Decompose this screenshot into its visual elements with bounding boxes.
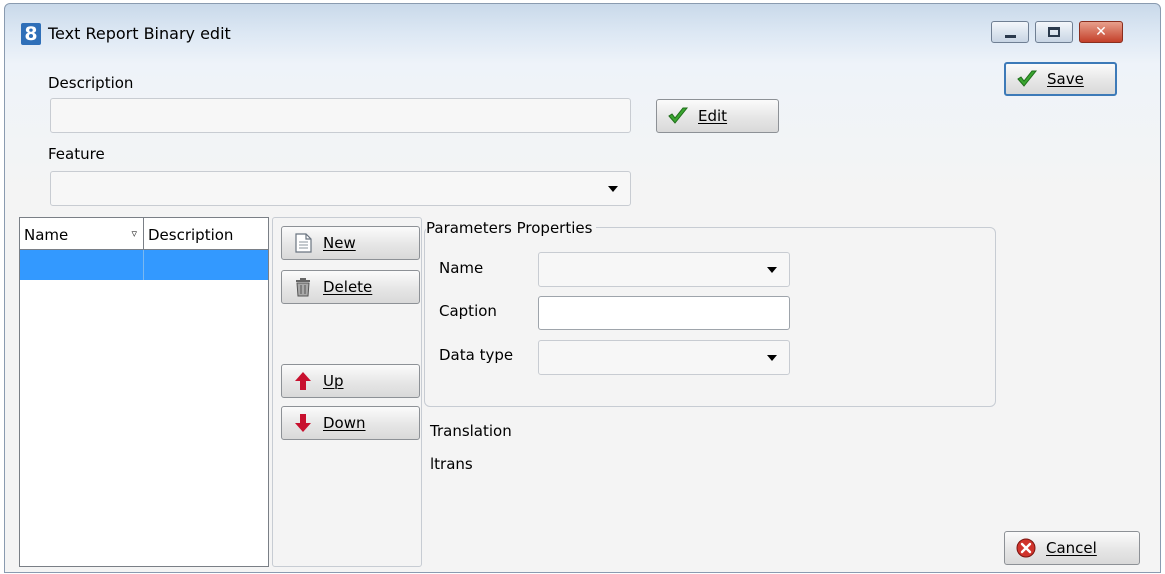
delete-button[interactable]: Delete (281, 270, 420, 304)
arrow-up-icon (295, 372, 311, 390)
window-title: Text Report Binary edit (48, 24, 231, 43)
parameters-grid: Name ▿ Description (19, 217, 269, 567)
table-row[interactable] (20, 250, 268, 280)
close-button[interactable]: ✕ (1079, 21, 1123, 43)
new-button[interactable]: New (281, 226, 420, 260)
save-button-label: Save (1047, 70, 1084, 88)
feature-dropdown[interactable] (50, 171, 631, 206)
up-button-label: Up (323, 372, 344, 390)
column-header-description-label: Description (148, 226, 234, 244)
parameters-properties-title: Parameters Properties (426, 219, 597, 237)
checkmark-icon (1017, 70, 1038, 87)
chevron-down-icon (767, 354, 777, 361)
sort-icon: ▿ (131, 227, 137, 240)
close-icon: ✕ (1095, 24, 1107, 40)
new-button-label: New (323, 234, 356, 252)
maximize-button[interactable] (1035, 21, 1073, 43)
cancel-button-label: Cancel (1046, 539, 1097, 557)
description-label: Description (48, 74, 134, 92)
minimize-icon (1004, 34, 1016, 38)
checkmark-icon (668, 107, 689, 124)
save-button[interactable]: Save (1004, 62, 1117, 96)
cancel-button[interactable]: Cancel (1004, 531, 1140, 565)
description-input[interactable] (50, 98, 631, 133)
table-cell-name (20, 250, 144, 280)
chevron-down-icon (608, 185, 618, 192)
maximize-icon (1048, 27, 1060, 37)
cancel-icon (1016, 538, 1036, 558)
delete-button-label: Delete (323, 278, 373, 296)
translation-value: ltrans (430, 455, 473, 473)
up-button[interactable]: Up (281, 364, 420, 398)
chevron-down-icon (767, 266, 777, 273)
document-icon (295, 233, 312, 253)
caption-label: Caption (439, 302, 497, 320)
column-header-name-label: Name (24, 226, 69, 244)
column-header-description[interactable]: Description (144, 218, 268, 249)
down-button-label: Down (323, 414, 366, 432)
edit-button[interactable]: Edit (656, 99, 779, 133)
app-logo-icon: 8 (21, 23, 41, 45)
caption-input[interactable] (538, 296, 790, 330)
down-button[interactable]: Down (281, 406, 420, 440)
param-name-dropdown[interactable] (538, 252, 790, 287)
feature-label: Feature (48, 145, 105, 163)
translation-label: Translation (430, 422, 512, 440)
param-name-label: Name (439, 259, 484, 277)
data-type-dropdown[interactable] (538, 340, 790, 375)
edit-button-label: Edit (698, 107, 728, 125)
minimize-button[interactable] (991, 21, 1029, 43)
data-type-label: Data type (439, 346, 514, 364)
grid-header: Name ▿ Description (20, 218, 268, 250)
column-header-name[interactable]: Name ▿ (20, 218, 144, 249)
arrow-down-icon (295, 414, 311, 432)
table-cell-description (144, 250, 268, 280)
trash-icon (296, 278, 310, 297)
